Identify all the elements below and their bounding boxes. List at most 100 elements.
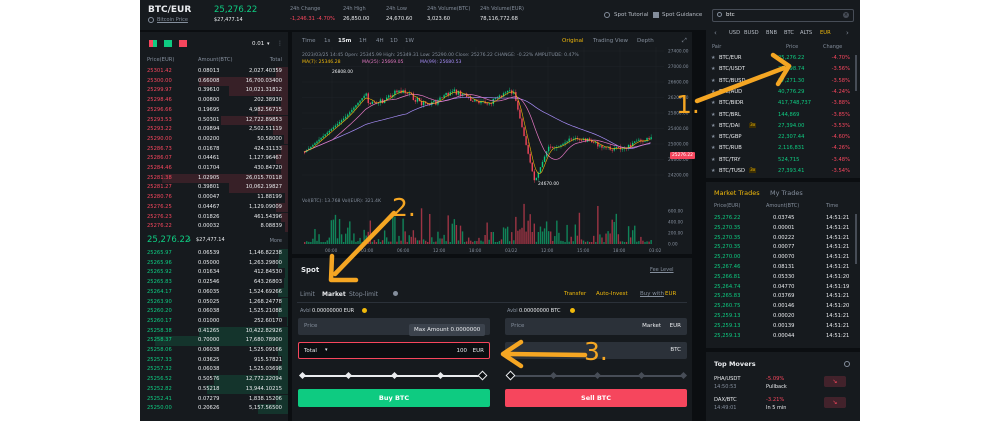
spot-guidance-link[interactable]: Spot Guidance [662, 12, 702, 18]
order-type-tab[interactable]: Limit [300, 291, 315, 298]
slider-mark-50[interactable] [390, 371, 399, 380]
ask-row[interactable]: 25286.07 0.04461 1,127.96467 [140, 154, 288, 164]
sell-price-field[interactable]: Price Market EUR [505, 318, 687, 335]
market-search[interactable]: btc × [712, 9, 854, 22]
ask-row[interactable]: 25293.22 0.09894 2,502.51119 [140, 125, 288, 135]
market-pair[interactable]: BTC/BUSD [719, 78, 745, 84]
slider-mark-75[interactable] [637, 371, 646, 380]
slider-handle[interactable] [477, 370, 488, 381]
fee-level-link[interactable]: Fee Level [650, 267, 674, 273]
trend-down-icon[interactable]: ↘ [824, 376, 846, 387]
tab-market-trades[interactable]: Market Trades [714, 189, 760, 197]
transfer-link[interactable]: Transfer [564, 291, 586, 297]
market-filter-tab[interactable]: EUR [820, 30, 831, 36]
chevron-right-icon[interactable]: › [846, 29, 849, 37]
bid-row[interactable]: 25265.97 0.06539 1,146.82238 [140, 249, 288, 259]
market-pair[interactable]: BTC/RUB [719, 145, 742, 151]
ask-row[interactable]: 25276.25 0.04467 1,129.09009 [140, 202, 288, 213]
star-icon[interactable]: ★ [711, 168, 715, 174]
pair-subtitle[interactable]: Bitcoin Price [157, 17, 188, 23]
ask-row[interactable]: 25276.22 0.00032 8.08839 [140, 222, 288, 232]
bid-row[interactable]: 25258.37 0.70000 17,680.78900 [140, 336, 288, 346]
market-filter-tab[interactable]: ALTS [800, 30, 812, 36]
star-icon[interactable]: ★ [711, 134, 715, 140]
star-icon[interactable]: ★ [711, 78, 715, 84]
market-pair[interactable]: BTC/EUR [719, 55, 741, 61]
tab-my-trades[interactable]: My Trades [770, 189, 803, 197]
bid-row[interactable]: 25265.92 0.01634 412.84530 [140, 268, 288, 278]
market-pair[interactable]: BTC/USDT [719, 66, 745, 72]
ask-row[interactable]: 25280.76 0.00047 11.88199 [140, 193, 288, 203]
buy-total-value[interactable]: 100 [457, 348, 468, 354]
bid-row[interactable]: 25257.33 0.03625 915.57821 [140, 355, 288, 366]
slider-mark-25[interactable] [549, 371, 558, 380]
market-pair[interactable]: BTC/TRY [719, 157, 740, 163]
markets-header-price[interactable]: Price [786, 44, 798, 50]
order-type-tab[interactable]: Market [322, 291, 346, 298]
market-pair[interactable]: BTC/BIDR [719, 100, 743, 106]
market-search-input[interactable]: btc [726, 12, 735, 18]
auto-invest-link[interactable]: Auto-Invest [596, 291, 628, 297]
spot-tutorial-link[interactable]: Spot Tutorial [614, 12, 648, 18]
ask-row[interactable]: 25286.73 0.01678 424.31133 [140, 144, 288, 155]
add-funds-icon[interactable] [570, 308, 575, 313]
slider-mark-100[interactable] [679, 371, 688, 380]
order-type-tab[interactable]: Stop-limit [349, 291, 378, 298]
sell-slider[interactable] [505, 370, 688, 381]
ask-row[interactable]: 25300.00 0.66008 16,700.03400 [140, 76, 288, 87]
star-icon[interactable]: ★ [711, 123, 715, 129]
mover-pair[interactable]: DAX/BTC [714, 397, 737, 403]
market-filter-tab[interactable]: USD [729, 30, 740, 36]
markets-header-change[interactable]: Change [823, 44, 842, 50]
ask-row[interactable]: 25296.66 0.19695 4,982.56715 [140, 105, 288, 116]
bid-row[interactable]: 25257.32 0.06038 1,525.03698 [140, 365, 288, 375]
add-funds-icon[interactable] [362, 308, 367, 313]
info-icon[interactable] [393, 291, 398, 296]
bid-row[interactable]: 25250.00 0.20626 5,157.56500 [140, 404, 288, 414]
ask-row[interactable]: 25298.46 0.00800 202.38930 [140, 96, 288, 106]
market-pair[interactable]: BTC/BRL [719, 112, 741, 118]
gear-icon[interactable] [604, 12, 610, 18]
chevron-down-icon[interactable]: ▾ [325, 347, 328, 353]
mover-pair[interactable]: PHA/USDT [714, 376, 741, 382]
slider-mark-0[interactable] [298, 371, 307, 380]
ask-row[interactable]: 25281.38 1.02905 26,015.70118 [140, 173, 288, 184]
book-asks-icon[interactable] [179, 40, 187, 47]
star-icon[interactable]: ★ [711, 100, 715, 106]
star-icon[interactable]: ★ [711, 157, 715, 163]
buy-ccy-select[interactable]: EUR [665, 291, 676, 297]
more-icon[interactable]: ⋮ [277, 40, 283, 47]
ask-row[interactable]: 25299.97 0.39610 10,021.31812 [140, 86, 288, 96]
ask-row[interactable]: 25290.00 0.00200 50.58000 [140, 134, 288, 145]
markets-scrollbar[interactable] [855, 55, 857, 91]
slider-mark-25[interactable] [344, 371, 353, 380]
star-icon[interactable]: ★ [711, 145, 715, 151]
buy-button[interactable]: Buy BTC [298, 389, 490, 407]
bid-row[interactable]: 25260.17 0.01000 252.60170 [140, 316, 288, 327]
bid-row[interactable]: 25264.17 0.06035 1,524.69266 [140, 287, 288, 298]
slider-handle[interactable] [505, 370, 516, 381]
star-icon[interactable]: ★ [711, 55, 715, 61]
chart-svg[interactable]: 27400.0027000.0026600.0026200.0025800.00… [292, 32, 692, 254]
bid-row[interactable]: 25260.20 0.06038 1,525.21088 [140, 307, 288, 317]
market-pair[interactable]: BTC/DAI [719, 123, 740, 129]
bid-row[interactable]: 25252.41 0.07279 1,838.15206 [140, 394, 288, 404]
clear-icon[interactable]: × [843, 12, 849, 18]
buy-slider[interactable] [298, 370, 488, 381]
bid-row[interactable]: 25252.82 0.55218 13,944.10215 [140, 384, 288, 395]
market-pair[interactable]: BTC/TUSD [719, 168, 745, 174]
ask-row[interactable]: 25284.46 0.01704 430.84720 [140, 164, 288, 174]
market-filter-tab[interactable]: BNB [766, 30, 777, 36]
star-icon[interactable]: ★ [711, 89, 715, 95]
market-pair[interactable]: BTC/GBP [719, 134, 742, 140]
pair-title[interactable]: BTC/EUR [148, 5, 191, 15]
buy-with-link[interactable]: Buy with [640, 291, 664, 297]
trend-down-icon[interactable]: ↘ [824, 397, 846, 408]
bid-row[interactable]: 25256.52 0.50576 12,772.22094 [140, 375, 288, 385]
ask-row[interactable]: 25276.23 0.01826 461.54396 [140, 212, 288, 222]
sell-button[interactable]: Sell BTC [505, 389, 687, 407]
spot-tab[interactable]: Spot [301, 266, 319, 274]
bid-row[interactable]: 25265.83 0.02546 643.26803 [140, 278, 288, 288]
chevron-left-icon[interactable]: ‹ [714, 29, 717, 37]
star-icon[interactable]: ★ [711, 112, 715, 118]
